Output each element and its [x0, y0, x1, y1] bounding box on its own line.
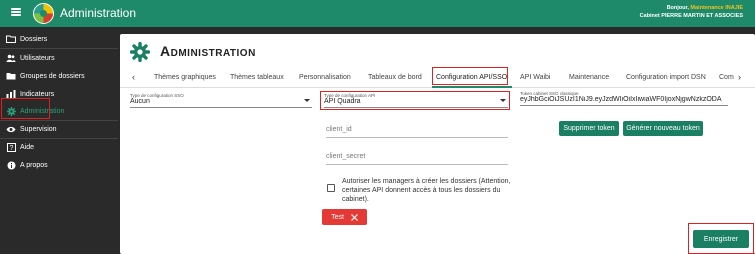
sidebar-item-label: Utilisateurs: [20, 54, 55, 62]
sidebar-item-label: Indicateurs: [20, 90, 55, 98]
info-icon: [6, 161, 16, 170]
tab-api-waibi[interactable]: API Waibi: [520, 74, 550, 81]
highlight-annotation: [432, 67, 508, 85]
allow-managers-label: Autoriser les managers à créer les dossi…: [342, 178, 511, 203]
tab-personnalisation[interactable]: Personnalisation: [299, 74, 351, 81]
sidebar-item-label: Supervision: [20, 125, 57, 133]
sidebar-item-a-propos[interactable]: A propos: [0, 156, 118, 174]
sidebar-item-groupes[interactable]: Groupes de dossiers: [0, 67, 118, 85]
highlight-annotation: [688, 223, 754, 254]
sidebar-item-aide[interactable]: ? Aide: [0, 138, 118, 156]
active-tab-indicator: [432, 86, 512, 88]
sso-type-value: Aucun: [130, 98, 150, 105]
token-field[interactable]: Token cabinet SSO classique eyJhbGciOiJS…: [520, 91, 728, 106]
sidebar-item-utilisateurs[interactable]: Utilisateurs: [0, 49, 118, 67]
users-icon: [6, 54, 16, 63]
gear-icon: [130, 42, 150, 62]
top-bar: Administration Bonjour, Maintenance INAJ…: [0, 0, 755, 27]
user-name[interactable]: Maintenance INAJIE: [690, 5, 743, 11]
highlight-annotation: [1, 98, 50, 119]
test-button-label: Test: [331, 213, 344, 221]
sidebar: Dossiers Utilisateurs Groupes de dossier…: [0, 27, 118, 254]
page-title: Administration: [160, 43, 256, 59]
tab-com[interactable]: Com: [719, 74, 734, 81]
menu-icon[interactable]: [11, 8, 21, 16]
sidebar-item-label: Aide: [20, 143, 35, 151]
folder-icon: [6, 35, 16, 44]
client-id-placeholder: client_id: [326, 126, 352, 133]
tab-configuration-import-dsn[interactable]: Configuration import DSN: [626, 74, 706, 81]
client-secret-field[interactable]: client_secret: [326, 149, 508, 165]
chevron-right-icon[interactable]: ›: [738, 72, 741, 82]
client-id-field[interactable]: client_id: [326, 122, 508, 138]
app-logo: [33, 3, 54, 24]
sidebar-item-label: Dossiers: [20, 35, 48, 43]
delete-token-button[interactable]: Supprimer token: [559, 121, 619, 136]
tab-maintenance[interactable]: Maintenance: [569, 74, 609, 81]
chevron-left-icon[interactable]: ‹: [132, 72, 135, 82]
sidebar-item-dossiers[interactable]: Dossiers: [0, 30, 118, 48]
highlight-annotation: [320, 91, 510, 110]
greeting: Bonjour,: [666, 5, 689, 11]
test-button[interactable]: Test: [322, 209, 367, 225]
token-value: eyJhbGciOiJSUzI1NiJ9.eyJzdWIiOiIxIiwiaWF…: [520, 96, 722, 103]
sidebar-item-label: Groupes de dossiers: [20, 72, 85, 80]
app-title: Administration: [60, 6, 137, 20]
tab-themes-tableaux[interactable]: Thèmes tableaux: [230, 74, 284, 81]
help-icon: ?: [6, 142, 16, 152]
folder-group-icon: [6, 72, 16, 81]
allow-managers-checkbox[interactable]: [327, 184, 335, 192]
generate-token-button[interactable]: Générer nouveau token: [623, 121, 703, 136]
close-icon: [350, 213, 358, 221]
admin-panel: Administration ‹ Thèmes graphiques Thème…: [120, 34, 755, 254]
company-name: Cabinet PIERRE MARTIN ET ASSOCIES: [639, 13, 743, 19]
eye-icon: [6, 125, 16, 134]
tab-tableaux-de-bord[interactable]: Tableaux de bord: [368, 74, 422, 81]
user-info: Bonjour, Maintenance INAJIE Cabinet PIER…: [640, 4, 743, 20]
tab-themes-graphiques[interactable]: Thèmes graphiques: [154, 74, 216, 81]
svg-text:?: ?: [9, 145, 13, 152]
chevron-down-icon: [304, 99, 310, 102]
sidebar-item-supervision[interactable]: Supervision: [0, 120, 118, 138]
sso-type-select[interactable]: Type de configuration SSO Aucun: [130, 93, 312, 108]
client-secret-placeholder: client_secret: [326, 153, 366, 160]
sidebar-item-label: A propos: [20, 161, 48, 169]
